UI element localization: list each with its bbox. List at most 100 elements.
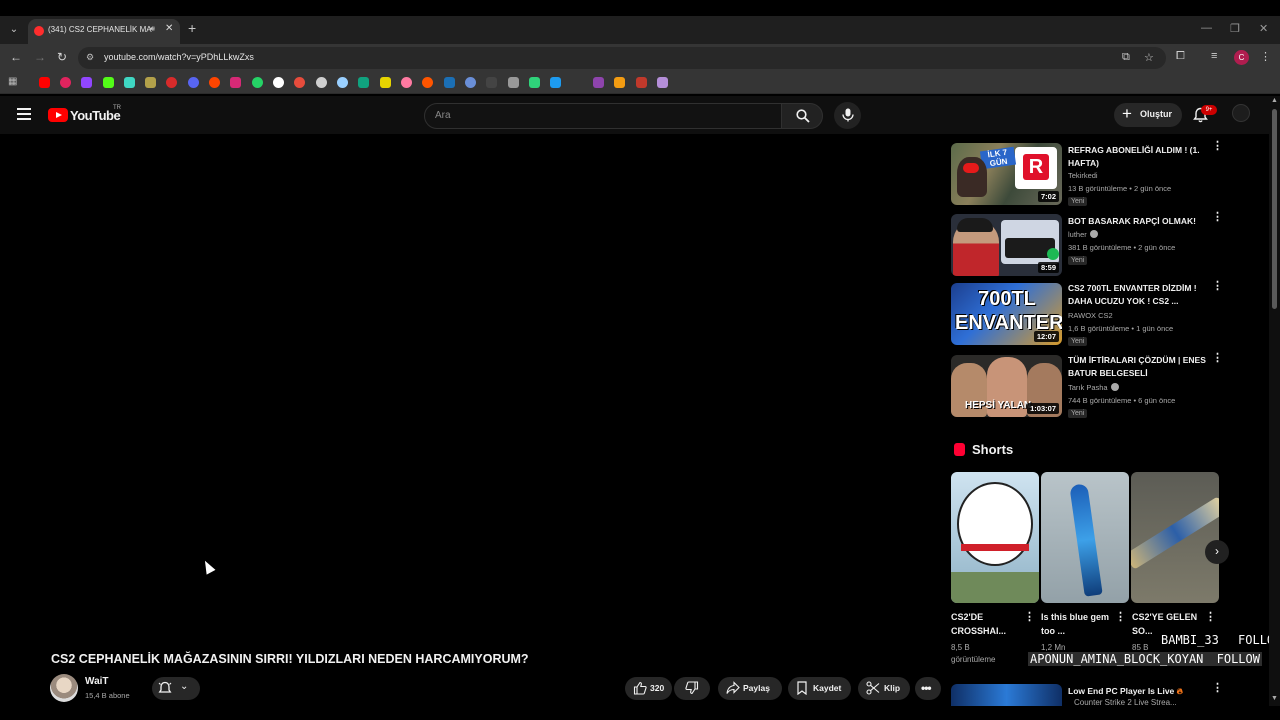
- bookmark-icon-21[interactable]: [465, 77, 476, 88]
- bookmark-icon-18[interactable]: [401, 77, 412, 88]
- short-title[interactable]: CS2'DE CROSSHAI...: [951, 610, 1021, 638]
- more-vertical-icon[interactable]: ⋮: [1212, 141, 1223, 152]
- bookmark-youtube-icon[interactable]: [39, 77, 50, 88]
- bookmark-icon-26[interactable]: [593, 77, 604, 88]
- video-title[interactable]: REFRAG ABONELİĞİ ALDIM ! (1. HAFTA): [1068, 144, 1208, 170]
- short-thumbnail[interactable]: [951, 472, 1039, 603]
- bookmark-icon-29[interactable]: [657, 77, 668, 88]
- more-vertical-icon[interactable]: ⋮: [1212, 212, 1223, 223]
- more-vertical-icon[interactable]: ⋮: [1024, 612, 1035, 623]
- bookmark-icon-7[interactable]: [166, 77, 177, 88]
- bookmark-icon-14[interactable]: [316, 77, 327, 88]
- bookmark-instagram-icon[interactable]: [230, 77, 241, 88]
- bookmark-icon-17[interactable]: [380, 77, 391, 88]
- media-controls-icon[interactable]: ≡: [1211, 50, 1217, 62]
- video-thumbnail[interactable]: HEPSİ YALAN 1:03:07: [951, 355, 1062, 417]
- clip-button[interactable]: Klip: [858, 677, 910, 700]
- like-button[interactable]: 320: [625, 677, 672, 700]
- shorts-next-button[interactable]: ›: [1205, 540, 1229, 564]
- bookmark-kick-icon[interactable]: [103, 77, 114, 88]
- video-thumbnail[interactable]: R İLK 7 GÜN 7:02: [951, 143, 1062, 205]
- restore-icon[interactable]: ❐: [1230, 22, 1240, 35]
- forward-icon[interactable]: →: [34, 50, 46, 64]
- bookmark-icon-28[interactable]: [636, 77, 647, 88]
- account-avatar[interactable]: [1232, 104, 1250, 122]
- window-close-icon[interactable]: ✕: [1259, 22, 1268, 35]
- page-scrollbar[interactable]: ▲ ▼: [1269, 97, 1280, 706]
- bookmark-icon-23[interactable]: [508, 77, 519, 88]
- audio-playing-icon[interactable]: 🔊︎: [150, 24, 155, 34]
- video-title[interactable]: CS2 700TL ENVANTER DİZDİM ! DAHA UCUZU Y…: [1068, 282, 1208, 308]
- video-thumbnail[interactable]: [951, 684, 1062, 706]
- bookmark-reddit-icon[interactable]: [209, 77, 220, 88]
- bookmark-whatsapp-icon[interactable]: [252, 77, 263, 88]
- bookmark-icon-15[interactable]: [337, 77, 348, 88]
- bookmark-icon-6[interactable]: [145, 77, 156, 88]
- video-player[interactable]: [0, 134, 940, 634]
- video-thumbnail[interactable]: 8:59: [951, 214, 1062, 276]
- save-button[interactable]: Kaydet: [788, 677, 851, 700]
- bookmark-icon-16[interactable]: [358, 77, 369, 88]
- video-title[interactable]: BOT BASARAK RAPÇİ OLMAK!: [1068, 215, 1208, 228]
- bookmark-icon-12[interactable]: [273, 77, 284, 88]
- channel-name-row[interactable]: Tarık Pasha: [1068, 383, 1119, 392]
- video-thumbnail[interactable]: 700TL ENVANTER 12:07: [951, 283, 1062, 345]
- bookmark-icon-27[interactable]: [614, 77, 625, 88]
- scroll-up-icon[interactable]: ▲: [1271, 97, 1278, 104]
- recommendation-item[interactable]: HEPSİ YALAN 1:03:07 TÜM İFTİRALARI ÇÖZDÜ…: [951, 353, 1223, 419]
- channel-name[interactable]: WaiT: [85, 676, 109, 687]
- voice-search-button[interactable]: [834, 102, 861, 129]
- more-vertical-icon[interactable]: ⋮: [1212, 353, 1223, 364]
- back-icon[interactable]: ←: [10, 50, 22, 64]
- bookmark-icon-13[interactable]: [294, 77, 305, 88]
- more-vertical-icon[interactable]: ⋮: [1115, 612, 1126, 623]
- more-actions-button[interactable]: •••: [915, 677, 941, 700]
- bookmark-icon-19[interactable]: [422, 77, 433, 88]
- dislike-button[interactable]: [674, 677, 710, 700]
- channel-name[interactable]: Tekirkedi: [1068, 171, 1098, 180]
- channel-name[interactable]: RAWOX CS2: [1068, 311, 1113, 320]
- recommendation-item[interactable]: 700TL ENVANTER 12:07 CS2 700TL ENVANTER …: [951, 281, 1223, 347]
- bookmark-icon-5[interactable]: [124, 77, 135, 88]
- more-vertical-icon[interactable]: ⋮: [1212, 281, 1223, 292]
- search-input[interactable]: Ara: [424, 103, 782, 129]
- tab-search-icon[interactable]: ⌄: [6, 22, 22, 38]
- create-button[interactable]: + Oluştur: [1114, 103, 1182, 127]
- bookmark-icon-25[interactable]: [550, 77, 561, 88]
- video-title[interactable]: TÜM İFTİRALARI ÇÖZDÜM | ENES BATUR BELGE…: [1068, 354, 1208, 380]
- bookmark-twitch-icon[interactable]: [81, 77, 92, 88]
- minimize-icon[interactable]: —: [1201, 22, 1212, 34]
- bookmark-icon-2[interactable]: [60, 77, 71, 88]
- new-tab-button[interactable]: +: [188, 20, 196, 36]
- bookmark-icon-22[interactable]: [486, 77, 497, 88]
- install-app-icon[interactable]: ⧉: [1122, 51, 1130, 64]
- recommendation-item[interactable]: R İLK 7 GÜN 7:02 REFRAG ABONELİĞİ ALDIM …: [951, 141, 1223, 207]
- bookmark-discord-icon[interactable]: [188, 77, 199, 88]
- browser-tab-active[interactable]: (341) CS2 CEPHANELİK MAĞ 🔊︎ ✕: [28, 19, 180, 44]
- search-button[interactable]: [781, 103, 823, 129]
- apps-grid-icon[interactable]: ▦: [8, 76, 17, 87]
- more-vertical-icon[interactable]: ⋮: [1205, 612, 1216, 623]
- reload-icon[interactable]: ↻: [57, 50, 67, 64]
- tab-close-icon[interactable]: ✕: [165, 23, 173, 34]
- extensions-icon[interactable]: ⧠: [1176, 50, 1185, 63]
- site-info-icon[interactable]: ⚙: [86, 52, 94, 63]
- bookmark-icon-24[interactable]: [529, 77, 540, 88]
- bookmark-star-icon[interactable]: ☆: [1144, 51, 1154, 64]
- browser-menu-icon[interactable]: ⋮: [1260, 50, 1271, 63]
- profile-avatar[interactable]: C: [1234, 50, 1249, 65]
- bookmark-steam-icon[interactable]: [444, 77, 455, 88]
- hamburger-menu-icon[interactable]: [17, 108, 31, 120]
- recommendation-item[interactable]: 8:59 BOT BASARAK RAPÇİ OLMAK! luther 381…: [951, 212, 1223, 278]
- short-thumbnail[interactable]: [1131, 472, 1219, 603]
- more-vertical-icon[interactable]: ⋮: [1212, 683, 1223, 694]
- video-title-row[interactable]: Low End PC Player Is Live 🔥︎: [1068, 685, 1218, 698]
- channel-avatar[interactable]: [50, 674, 78, 702]
- channel-name-row[interactable]: luther: [1068, 230, 1098, 239]
- youtube-logo-icon[interactable]: [48, 108, 68, 122]
- scrollbar-thumb[interactable]: [1272, 109, 1277, 309]
- short-title[interactable]: Is this blue gem too ...: [1041, 610, 1111, 638]
- subscribed-notification-button[interactable]: ⌄: [152, 677, 200, 700]
- short-thumbnail[interactable]: [1041, 472, 1129, 603]
- scroll-down-icon[interactable]: ▼: [1271, 695, 1278, 702]
